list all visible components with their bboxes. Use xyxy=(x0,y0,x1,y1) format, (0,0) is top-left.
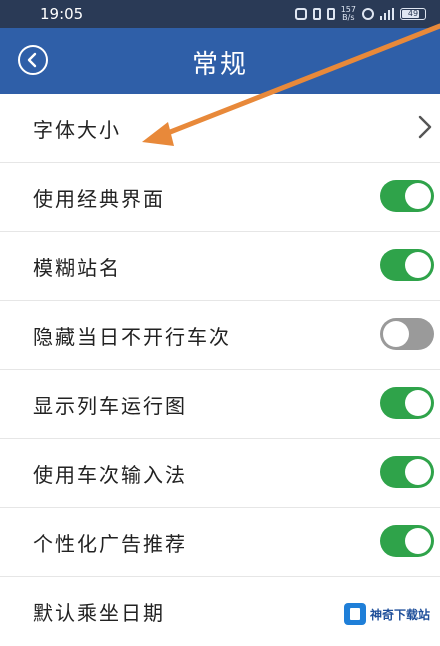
header-bar: 常规 xyxy=(0,28,440,94)
setting-label: 显示列车运行图 xyxy=(33,394,187,418)
battery-level: 49 xyxy=(407,9,419,18)
setting-label: 模糊站名 xyxy=(33,256,121,280)
vibrate-icon xyxy=(326,8,335,20)
network-speed-unit: B/s xyxy=(342,13,355,22)
page-title: 常规 xyxy=(191,50,248,80)
signal-icon xyxy=(380,8,394,20)
setting-label: 个性化广告推荐 xyxy=(33,532,187,556)
setting-classic-ui: 使用经典界面 xyxy=(0,163,440,232)
classic-ui-toggle[interactable] xyxy=(380,180,434,212)
alarm-icon xyxy=(294,8,307,20)
network-speed: 157 B/s xyxy=(341,6,356,22)
setting-label: 字体大小 xyxy=(33,118,121,142)
setting-show-train-diagram: 显示列车运行图 xyxy=(0,370,440,439)
status-bar: 19:05 157 B/s 49 xyxy=(0,0,440,28)
chevron-right-icon xyxy=(418,115,432,139)
bluetooth-icon xyxy=(312,8,321,20)
hide-non-running-toggle[interactable] xyxy=(380,318,434,350)
hotspot-icon xyxy=(362,8,374,20)
show-train-diagram-toggle[interactable] xyxy=(380,387,434,419)
watermark-logo-icon xyxy=(343,603,366,625)
setting-label: 使用经典界面 xyxy=(33,187,165,211)
train-input-method-toggle[interactable] xyxy=(380,456,434,488)
watermark-text: 神奇下载站 xyxy=(369,607,430,622)
setting-label: 使用车次输入法 xyxy=(33,463,187,487)
setting-hide-non-running: 隐藏当日不开行车次 xyxy=(0,301,440,370)
watermark: 神奇下载站 xyxy=(343,603,430,625)
status-icons: 157 B/s 49 xyxy=(294,6,426,22)
setting-font-size[interactable]: 字体大小 xyxy=(0,94,440,163)
setting-personalized-ads: 个性化广告推荐 xyxy=(0,508,440,577)
setting-train-input-method: 使用车次输入法 xyxy=(0,439,440,508)
setting-label: 默认乘坐日期 xyxy=(33,601,165,625)
setting-label: 隐藏当日不开行车次 xyxy=(33,325,231,349)
setting-fuzzy-station: 模糊站名 xyxy=(0,232,440,301)
fuzzy-station-toggle[interactable] xyxy=(380,249,434,281)
status-time: 19:05 xyxy=(40,5,84,23)
settings-list: 字体大小 使用经典界面 模糊站名 隐藏当日不开行车次 显示列车运行图 使用车次输… xyxy=(0,94,440,646)
battery-icon: 49 xyxy=(400,8,426,20)
personalized-ads-toggle[interactable] xyxy=(380,525,434,557)
